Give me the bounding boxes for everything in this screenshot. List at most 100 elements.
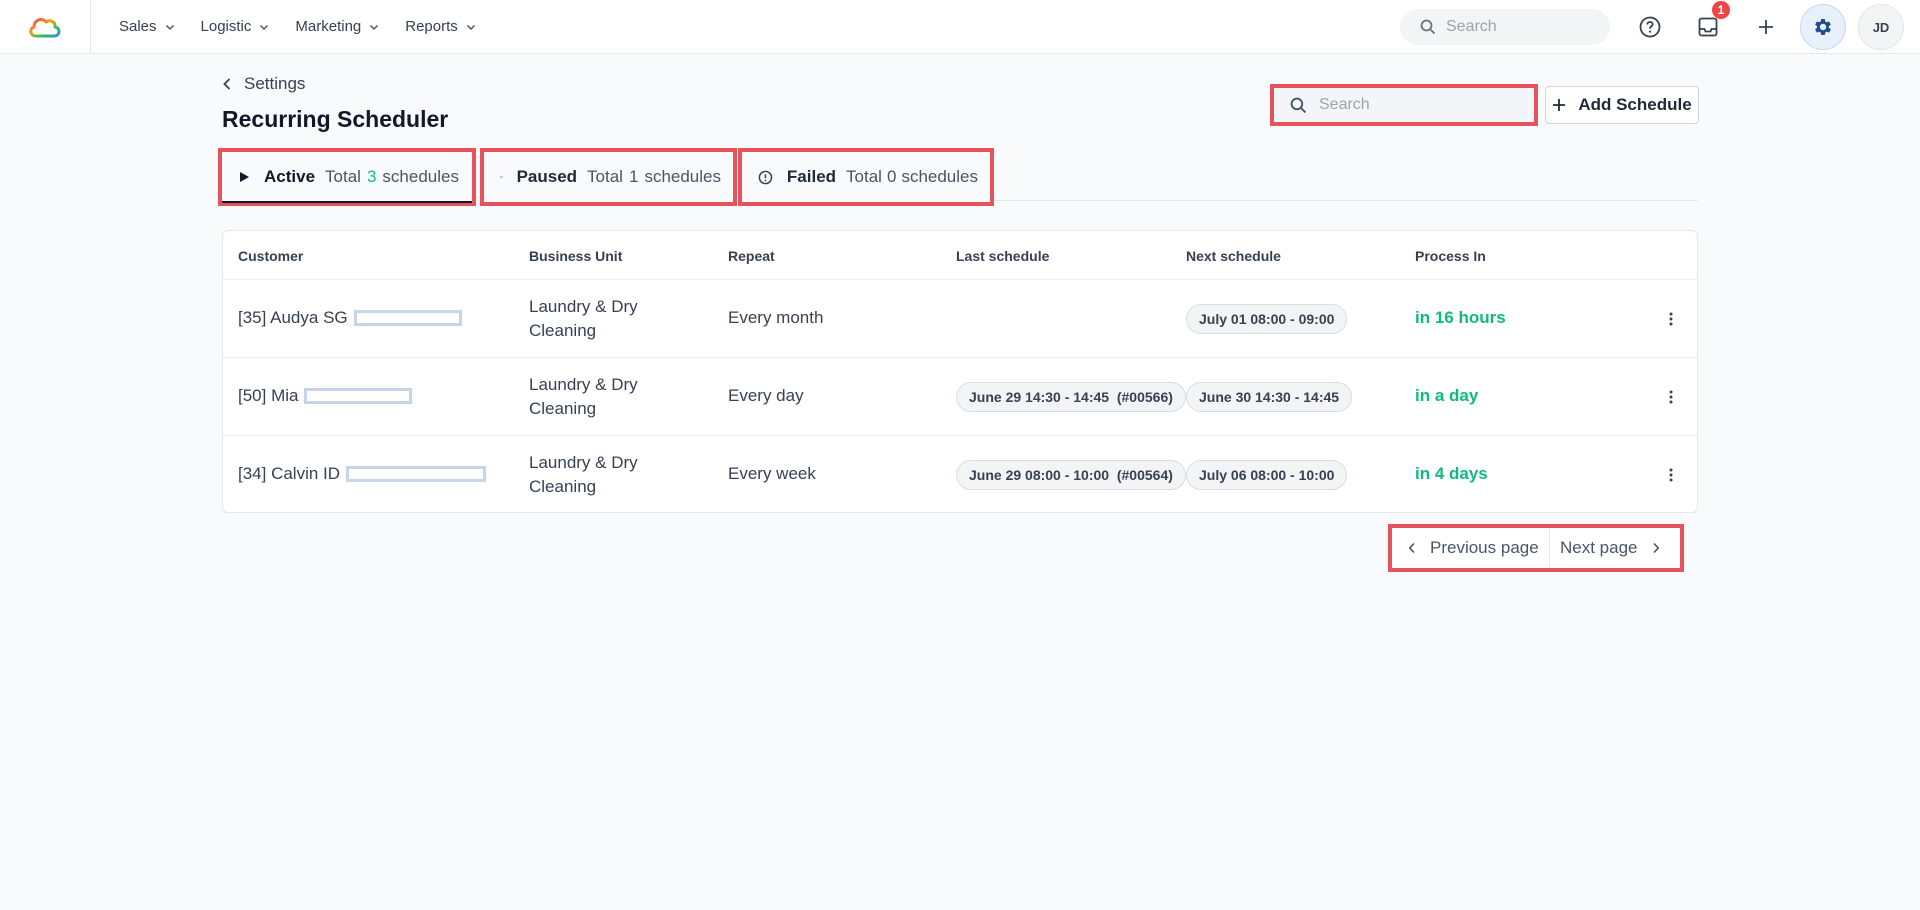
breadcrumb-label: Settings bbox=[244, 74, 306, 93]
table-header: Customer Business Unit Repeat Last sched… bbox=[223, 231, 1697, 280]
row-menu-button[interactable] bbox=[1659, 385, 1683, 409]
cloud-logo-icon bbox=[29, 17, 61, 37]
tab-failed-count: 0 bbox=[886, 167, 897, 186]
column-last-schedule: Last schedule bbox=[956, 248, 1050, 264]
global-search-input[interactable] bbox=[1446, 18, 1586, 36]
column-process-in: Process In bbox=[1415, 248, 1486, 264]
nav-actions: 1 JD bbox=[1400, 0, 1920, 54]
logo[interactable] bbox=[0, 0, 91, 54]
next-schedule-pill: June 30 14:30 - 14:45 bbox=[1186, 382, 1353, 412]
last-schedule-pill: June 29 08:00 - 10:00 (#00564) bbox=[956, 460, 1186, 490]
nav-sales-label: Sales bbox=[119, 18, 157, 35]
main-menu: Sales Logistic Marketing Reports bbox=[119, 18, 502, 35]
ban-icon bbox=[500, 175, 503, 179]
inbox-button[interactable]: 1 bbox=[1690, 1, 1730, 45]
chevron-down-icon bbox=[260, 24, 269, 30]
gear-icon bbox=[1815, 19, 1831, 35]
repeat-cell: Every week bbox=[728, 464, 816, 483]
redacted-text bbox=[304, 388, 413, 404]
next-schedule-pill: July 01 08:00 - 09:00 bbox=[1186, 304, 1348, 334]
customer-cell: [35] Audya SG bbox=[238, 308, 462, 328]
plus-icon bbox=[1553, 99, 1566, 111]
customer-name: [50] Mia bbox=[238, 386, 299, 405]
column-business-unit: Business Unit bbox=[529, 248, 623, 264]
column-customer: Customer bbox=[238, 248, 304, 264]
process-in-cell: in 16 hours bbox=[1415, 308, 1506, 327]
chevron-left-icon bbox=[1408, 542, 1415, 554]
more-vertical-icon bbox=[1669, 468, 1673, 482]
tab-failed-name: Failed bbox=[786, 167, 837, 186]
chevron-right-icon bbox=[1652, 542, 1659, 554]
nav-sales[interactable]: Sales bbox=[119, 18, 175, 35]
table-row[interactable]: [35] Audya SG Laundry & Dry Cleaning Eve… bbox=[223, 280, 1697, 358]
repeat-cell: Every day bbox=[728, 386, 804, 405]
business-unit-cell: Laundry & Dry Cleaning bbox=[529, 453, 638, 496]
tab-active[interactable]: Active Total 3 schedules bbox=[218, 148, 476, 206]
last-schedule-pill: June 29 14:30 - 14:45 (#00566) bbox=[956, 382, 1186, 412]
next-page-label: Next page bbox=[1560, 538, 1638, 557]
tab-active-suffix: schedules bbox=[382, 167, 459, 186]
table-row[interactable]: [34] Calvin ID Laundry & Dry Cleaning Ev… bbox=[223, 436, 1697, 514]
row-menu-button[interactable] bbox=[1659, 463, 1683, 487]
tab-failed[interactable]: Failed Total 0 schedules bbox=[738, 148, 994, 206]
help-button[interactable] bbox=[1632, 9, 1668, 45]
tab-paused-name: Paused bbox=[516, 167, 578, 186]
repeat-cell: Every month bbox=[728, 308, 824, 327]
chevron-down-icon bbox=[466, 24, 475, 30]
next-schedule-pill: July 06 08:00 - 10:00 bbox=[1186, 460, 1348, 490]
table-row[interactable]: [50] Mia Laundry & Dry Cleaning Every da… bbox=[223, 358, 1697, 436]
tab-failed-suffix: schedules bbox=[901, 167, 978, 186]
previous-page-label: Previous page bbox=[1430, 538, 1539, 557]
schedule-search[interactable] bbox=[1270, 84, 1538, 126]
nav-logistic-label: Logistic bbox=[200, 18, 252, 35]
process-in-cell: in 4 days bbox=[1415, 464, 1488, 483]
column-repeat: Repeat bbox=[728, 248, 775, 264]
more-vertical-icon bbox=[1669, 312, 1673, 326]
search-icon bbox=[1290, 97, 1307, 113]
nav-reports[interactable]: Reports bbox=[405, 18, 476, 35]
create-button[interactable] bbox=[1748, 9, 1784, 45]
schedule-search-input[interactable] bbox=[1319, 96, 1519, 114]
customer-cell: [50] Mia bbox=[238, 386, 413, 406]
tab-active-name: Active bbox=[264, 167, 316, 186]
tab-failed-total-label: Total bbox=[846, 167, 882, 186]
alert-circle-icon bbox=[758, 170, 773, 184]
settings-button[interactable] bbox=[1800, 4, 1846, 50]
tab-paused-total-label: Total bbox=[587, 167, 623, 186]
breadcrumb-settings[interactable]: Settings bbox=[222, 74, 305, 94]
tab-paused[interactable]: Paused Total 1 schedules bbox=[480, 148, 737, 206]
inbox-icon bbox=[1698, 17, 1718, 37]
more-vertical-icon bbox=[1669, 390, 1673, 404]
chevron-left-icon bbox=[223, 78, 231, 90]
global-search[interactable] bbox=[1400, 9, 1610, 45]
nav-reports-label: Reports bbox=[405, 18, 458, 35]
redacted-text bbox=[346, 466, 487, 482]
pagination: Previous page Next page bbox=[1388, 524, 1684, 572]
customer-name: [34] Calvin ID bbox=[238, 464, 341, 483]
business-unit-cell: Laundry & Dry Cleaning bbox=[529, 375, 638, 418]
chevron-down-icon bbox=[370, 24, 379, 30]
tab-active-indicator bbox=[222, 201, 472, 203]
next-page-button[interactable]: Next page bbox=[1550, 528, 1660, 568]
user-avatar[interactable]: JD bbox=[1858, 4, 1904, 50]
previous-page-button[interactable]: Previous page bbox=[1392, 528, 1550, 568]
row-menu-button[interactable] bbox=[1659, 307, 1683, 331]
tab-active-total-label: Total bbox=[325, 167, 361, 186]
chevron-down-icon bbox=[165, 24, 174, 30]
nav-logistic[interactable]: Logistic bbox=[201, 18, 270, 35]
tab-paused-count: 1 bbox=[628, 167, 639, 186]
tab-active-count: 3 bbox=[366, 167, 377, 186]
nav-marketing-label: Marketing bbox=[295, 18, 362, 35]
page-title: Recurring Scheduler bbox=[222, 106, 449, 132]
customer-cell: [34] Calvin ID bbox=[238, 464, 487, 484]
add-schedule-button[interactable]: Add Schedule bbox=[1545, 86, 1699, 124]
top-navbar: Sales Logistic Marketing Reports 1 bbox=[0, 0, 1920, 54]
redacted-text bbox=[353, 310, 462, 326]
play-icon bbox=[240, 172, 249, 182]
process-in-cell: in a day bbox=[1415, 386, 1479, 405]
help-circle-icon bbox=[1639, 16, 1661, 38]
tab-paused-suffix: schedules bbox=[644, 167, 721, 186]
nav-marketing[interactable]: Marketing bbox=[295, 18, 379, 35]
column-next-schedule: Next schedule bbox=[1186, 248, 1281, 264]
plus-icon bbox=[1759, 20, 1773, 34]
